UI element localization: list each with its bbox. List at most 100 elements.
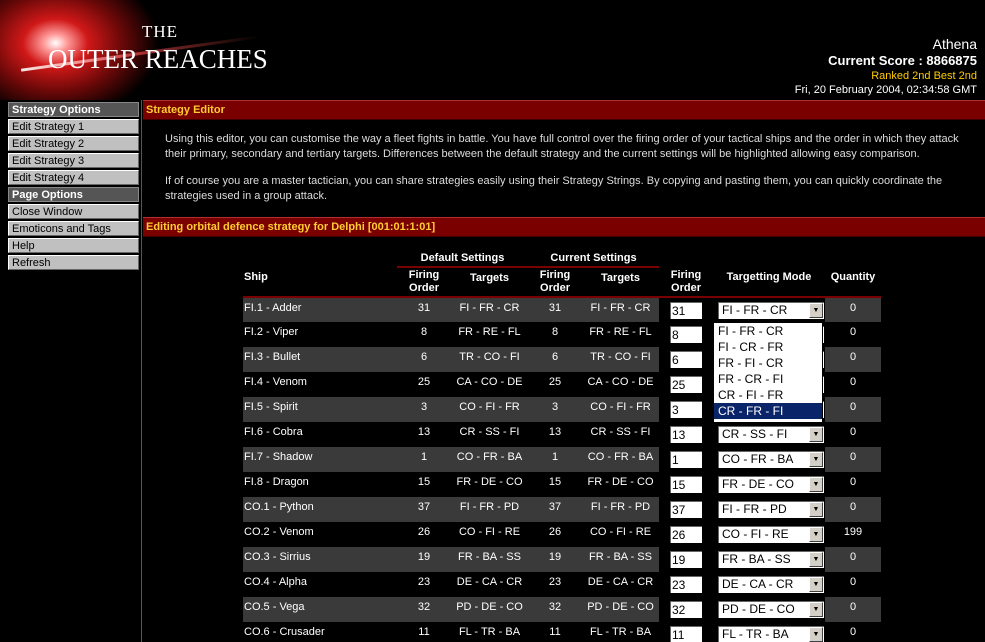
dropdown-arrow-icon[interactable]: ▼ — [809, 627, 823, 642]
quantity: 199 — [825, 522, 881, 547]
quantity: 0 — [825, 447, 881, 472]
firing-order-input[interactable] — [669, 550, 703, 569]
targetting-mode-select[interactable]: FL - TR - BA ▼ — [717, 625, 825, 642]
default-firing-order: 37 — [397, 497, 451, 522]
col-ship: Ship — [244, 271, 268, 283]
firing-order-input[interactable] — [669, 325, 703, 344]
quantity: 0 — [825, 547, 881, 572]
table-row: FI.1 - Adder 31 FI - FR - CR 31 FI - FR - CR… — [243, 297, 881, 322]
server-datetime: Fri, 20 February 2004, 02:34:58 GMT — [794, 84, 977, 96]
default-targets: FR - BA - SS — [451, 547, 528, 572]
default-targets: CR - SS - FI — [451, 422, 528, 447]
dropdown-option[interactable]: CR - FI - FR — [714, 387, 822, 403]
firing-order-cell — [659, 422, 713, 447]
sidebar-item-edit-strategy-3[interactable]: Edit Strategy 3 — [8, 153, 139, 168]
targetting-mode-cell: PD - DE - CO ▼ — [713, 597, 825, 622]
dropdown-arrow-icon[interactable]: ▼ — [809, 502, 823, 517]
quantity: 0 — [825, 422, 881, 447]
sidebar-item-edit-strategy-2[interactable]: Edit Strategy 2 — [8, 136, 139, 151]
quantity: 0 — [825, 372, 881, 397]
targetting-mode-select[interactable]: DE - CA - CR ▼ — [717, 575, 825, 594]
sidebar-item-edit-strategy-1[interactable]: Edit Strategy 1 — [8, 119, 139, 134]
firing-order-input[interactable] — [669, 600, 703, 619]
firing-order-input[interactable] — [669, 575, 703, 594]
default-firing-order: 31 — [397, 297, 451, 322]
targetting-mode-cell: FI - FR - PD ▼ — [713, 497, 825, 522]
sidebar-item-refresh[interactable]: Refresh — [8, 255, 139, 270]
dropdown-arrow-icon[interactable]: ▼ — [809, 427, 823, 442]
default-targets: FL - TR - BA — [451, 622, 528, 642]
page-options-heading: Page Options — [8, 187, 139, 202]
targetting-mode-value: PD - DE - CO — [722, 602, 795, 616]
current-targets: FR - RE - FL — [582, 322, 659, 347]
firing-order-input[interactable] — [669, 375, 703, 394]
current-targets: CR - SS - FI — [582, 422, 659, 447]
firing-order-cell — [659, 572, 713, 597]
targetting-mode-select[interactable]: FI - FR - PD ▼ — [717, 500, 825, 519]
firing-order-input[interactable] — [669, 400, 703, 419]
targetting-mode-value: DE - CA - CR — [722, 577, 794, 591]
username: Athena — [932, 36, 977, 52]
dropdown-arrow-icon[interactable]: ▼ — [809, 452, 823, 467]
targetting-mode-select[interactable]: PD - DE - CO ▼ — [717, 600, 825, 619]
current-settings-header: Current Settings — [528, 250, 659, 268]
targetting-mode-select[interactable]: CO - FI - RE ▼ — [717, 525, 825, 544]
dropdown-option[interactable]: FR - CR - FI — [714, 371, 822, 387]
sidebar-item-close-window[interactable]: Close Window — [8, 204, 139, 219]
firing-order-input[interactable] — [669, 625, 703, 642]
dropdown-arrow-icon[interactable]: ▼ — [809, 477, 823, 492]
main-content: Strategy Editor Using this editor, you c… — [143, 100, 985, 642]
targetting-mode-select[interactable]: FI - FR - CR ▼ — [717, 301, 825, 320]
targetting-mode-cell: FL - TR - BA ▼ — [713, 622, 825, 642]
targetting-mode-value: FR - DE - CO — [722, 477, 794, 491]
quantity: 0 — [825, 497, 881, 522]
ship-name: FI.5 - Spirit — [243, 397, 397, 422]
col-firing-order: Firing Order — [670, 268, 702, 294]
dropdown-arrow-icon[interactable]: ▼ — [809, 527, 823, 542]
firing-order-cell — [659, 447, 713, 472]
dropdown-arrow-icon[interactable]: ▼ — [809, 577, 823, 592]
current-targets: CA - CO - DE — [582, 372, 659, 397]
sidebar-item-help[interactable]: Help — [8, 238, 139, 253]
dropdown-option[interactable]: FR - FI - CR — [714, 355, 822, 371]
targetting-mode-cell: CO - FR - BA ▼ — [713, 447, 825, 472]
firing-order-input[interactable] — [669, 301, 703, 320]
strategy-table: Default Settings Current Settings Ship F… — [243, 250, 881, 642]
default-firing-order: 3 — [397, 397, 451, 422]
dropdown-option[interactable]: FI - FR - CR — [714, 323, 822, 339]
default-targets: CO - FI - RE — [451, 522, 528, 547]
logo-the: THE — [142, 22, 179, 41]
firing-order-input[interactable] — [669, 350, 703, 369]
dropdown-arrow-icon[interactable]: ▼ — [809, 552, 823, 567]
targetting-mode-select[interactable]: FR - BA - SS ▼ — [717, 550, 825, 569]
default-targets: TR - CO - FI — [451, 347, 528, 372]
targetting-mode-cell: FI - FR - CR ▼ — [713, 297, 825, 322]
current-firing-order: 37 — [528, 497, 582, 522]
table-row: FI.6 - Cobra 13 CR - SS - FI 13 CR - SS - FI… — [243, 422, 881, 447]
current-firing-order: 11 — [528, 622, 582, 642]
dropdown-arrow-icon[interactable]: ▼ — [809, 602, 823, 617]
targetting-mode-select[interactable]: CR - SS - FI ▼ — [717, 425, 825, 444]
col-targetting-mode: Targetting Mode — [726, 271, 812, 283]
default-firing-order: 23 — [397, 572, 451, 597]
current-targets: CO - FR - BA — [582, 447, 659, 472]
targetting-mode-select[interactable]: FR - DE - CO ▼ — [717, 475, 825, 494]
default-firing-order: 25 — [397, 372, 451, 397]
current-targets: FR - BA - SS — [582, 547, 659, 572]
firing-order-input[interactable] — [669, 425, 703, 444]
current-targets: DE - CA - CR — [582, 572, 659, 597]
firing-order-input[interactable] — [669, 500, 703, 519]
firing-order-input[interactable] — [669, 450, 703, 469]
sidebar-item-edit-strategy-4[interactable]: Edit Strategy 4 — [8, 170, 139, 185]
default-firing-order: 8 — [397, 322, 451, 347]
firing-order-input[interactable] — [669, 475, 703, 494]
targetting-mode-select[interactable]: CO - FR - BA ▼ — [717, 450, 825, 469]
current-firing-order: 32 — [528, 597, 582, 622]
sidebar-item-emoticons[interactable]: Emoticons and Tags — [8, 221, 139, 236]
dropdown-option[interactable]: FI - CR - FR — [714, 339, 822, 355]
dropdown-option[interactable]: CR - FR - FI — [714, 403, 822, 419]
targetting-mode-dropdown-list[interactable]: FI - FR - CR FI - CR - FR FR - FI - CR FR -… — [713, 322, 823, 423]
firing-order-input[interactable] — [669, 525, 703, 544]
dropdown-arrow-icon[interactable]: ▼ — [809, 303, 823, 318]
intro-paragraph-1: Using this editor, you can customise the… — [165, 133, 959, 160]
